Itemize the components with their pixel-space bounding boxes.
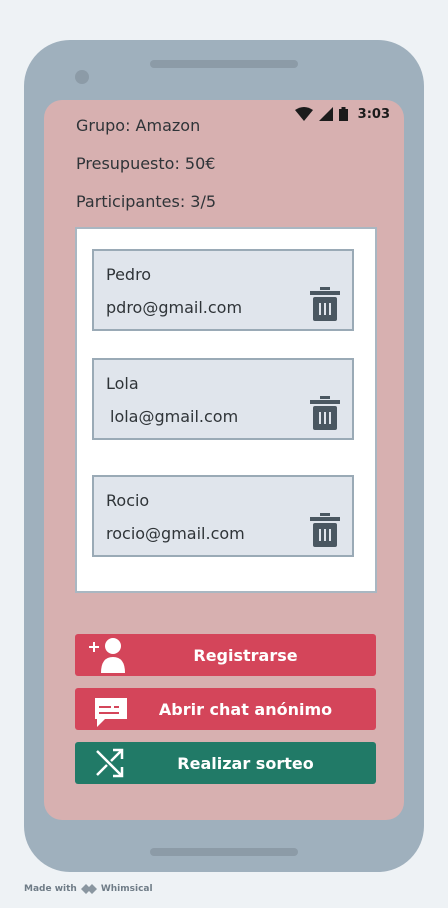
- app-screen: 3:03 Grupo: Amazon Presupuesto: 50€ Part…: [44, 100, 404, 820]
- whimsical-logo-icon: [80, 884, 97, 894]
- battery-icon: [338, 107, 348, 121]
- wifi-icon: [294, 107, 313, 121]
- camera: [75, 70, 89, 84]
- open-chat-button[interactable]: Abrir chat anónimo: [75, 688, 376, 730]
- made-with-footer: Made with Whimsical: [24, 884, 153, 894]
- trash-icon[interactable]: [310, 287, 340, 321]
- group-budget: Presupuesto: 50€: [76, 154, 216, 173]
- participant-name: Pedro: [106, 265, 152, 284]
- participant-card: Pedro pdro@gmail.com: [92, 249, 354, 331]
- participant-card: Lola lola@gmail.com: [92, 358, 354, 440]
- participants-list: Pedro pdro@gmail.com Lola lola@gmail.com: [75, 227, 377, 593]
- participant-email: rocio@gmail.com: [106, 524, 245, 543]
- register-label: Registrarse: [193, 646, 298, 665]
- draw-button[interactable]: Realizar sorteo: [75, 742, 376, 784]
- status-bar: 3:03: [294, 106, 390, 122]
- speaker: [150, 60, 298, 68]
- participant-name: Lola: [106, 374, 139, 393]
- signal-icon: [318, 107, 333, 121]
- participants-count: Participantes: 3/5: [76, 192, 217, 211]
- trash-icon[interactable]: [310, 396, 340, 430]
- participant-card: Rocio rocio@gmail.com: [92, 475, 354, 557]
- whimsical-brand: Whimsical: [100, 884, 153, 894]
- participant-email: pdro@gmail.com: [106, 298, 243, 317]
- participant-email: lola@gmail.com: [110, 407, 239, 426]
- draw-label: Realizar sorteo: [177, 754, 314, 773]
- trash-icon[interactable]: [310, 513, 340, 547]
- participant-name: Rocio: [106, 491, 150, 510]
- group-name: Grupo: Amazon: [76, 116, 201, 135]
- home-bar: [150, 848, 298, 856]
- register-button[interactable]: Registrarse: [75, 634, 376, 676]
- made-with-text: Made with: [24, 884, 77, 894]
- status-time: 3:03: [357, 106, 390, 122]
- open-chat-label: Abrir chat anónimo: [158, 700, 333, 719]
- phone-frame: 3:03 Grupo: Amazon Presupuesto: 50€ Part…: [24, 40, 424, 872]
